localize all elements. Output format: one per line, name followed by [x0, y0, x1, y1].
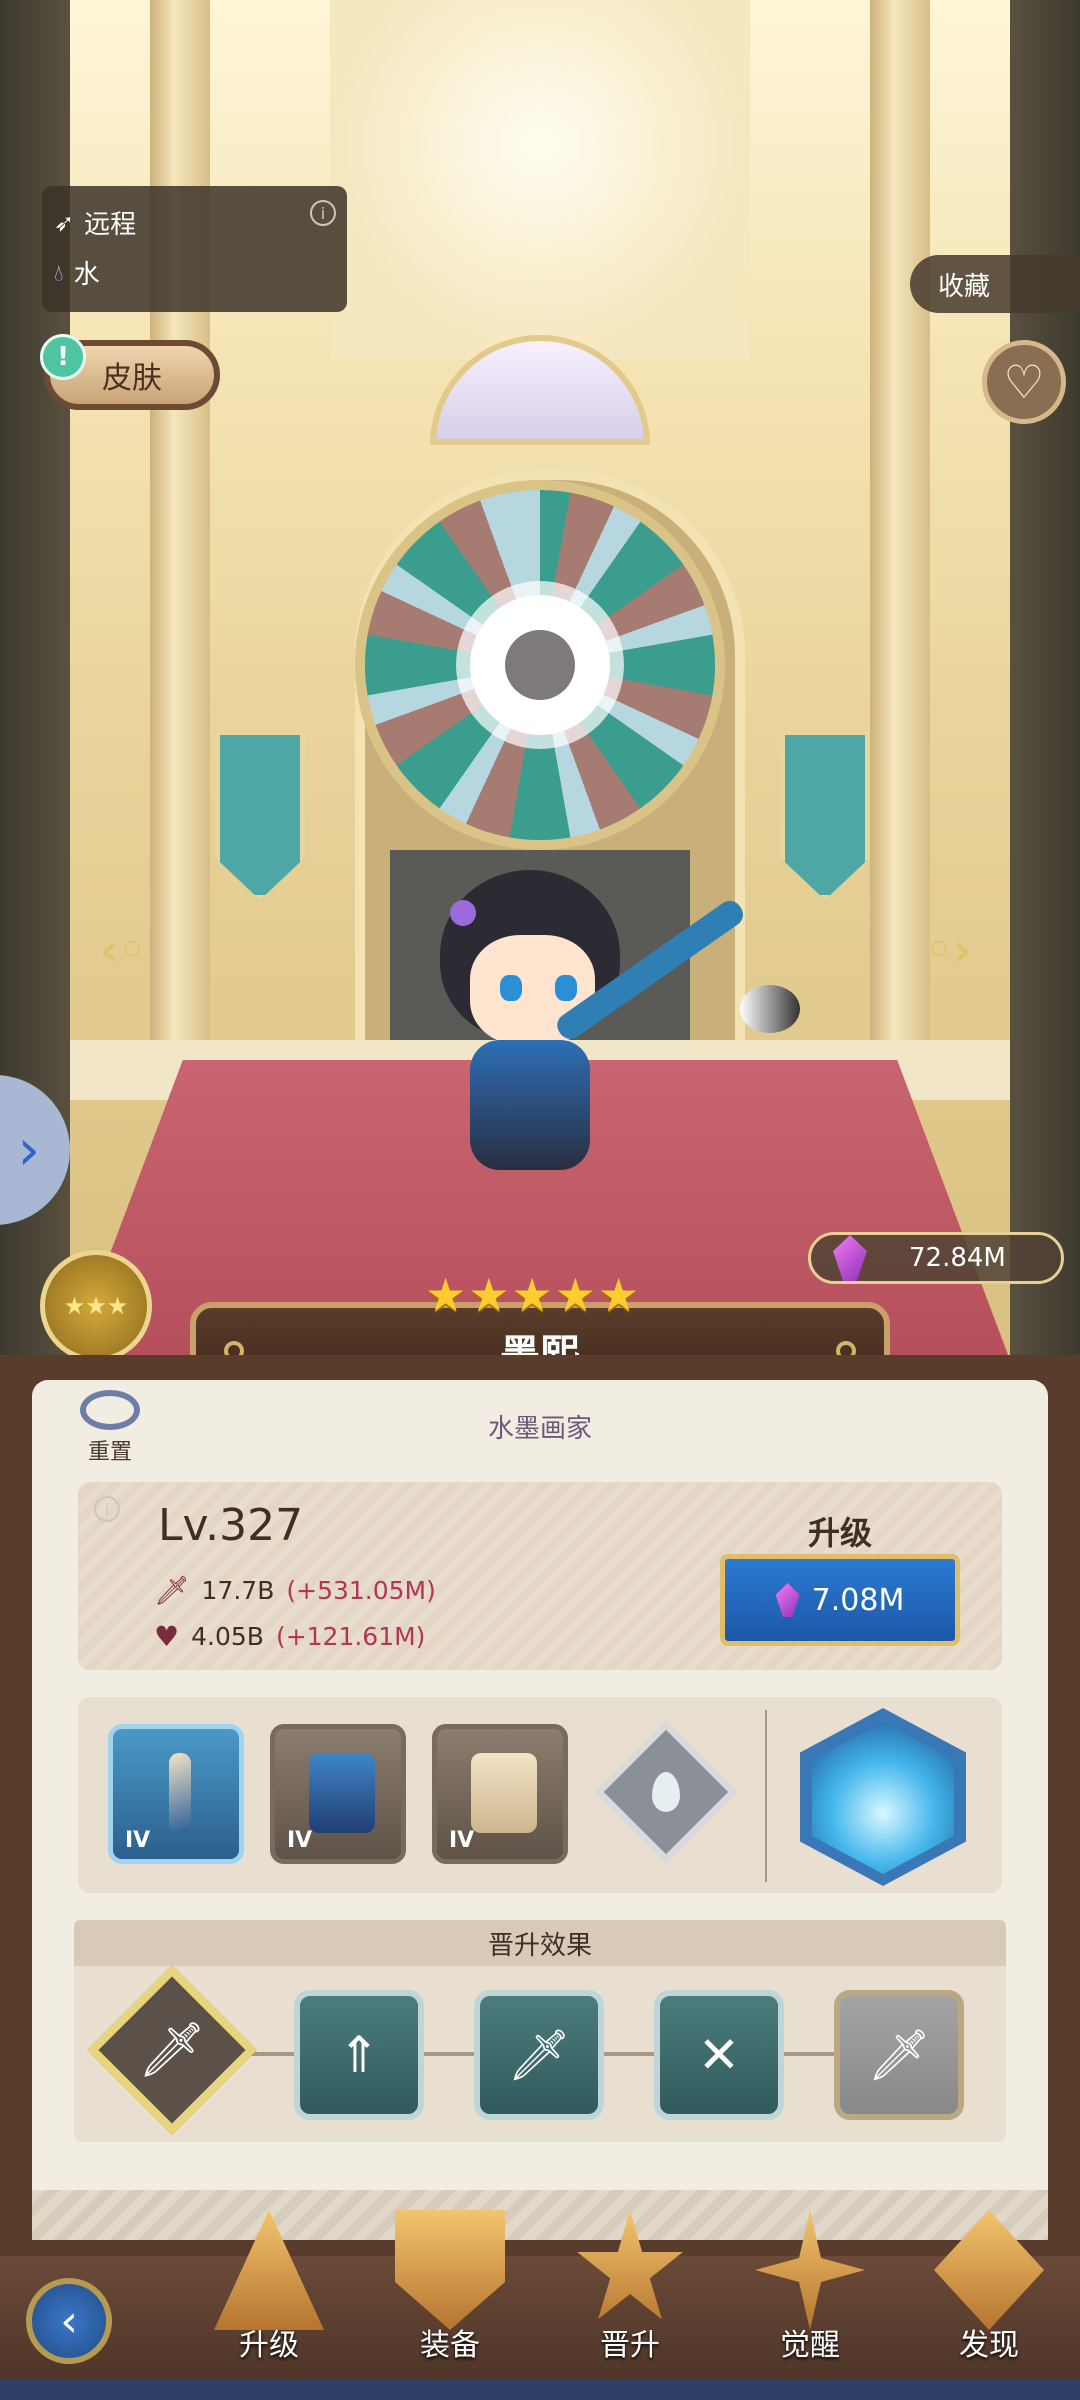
nav-label: 升级	[239, 2328, 299, 2363]
star-icon: ★	[468, 1268, 510, 1322]
nav-awaken[interactable]: 觉醒	[735, 2210, 885, 2370]
attack-value: 17.7B	[201, 1576, 275, 1605]
star-icon: ★	[598, 1268, 640, 1322]
sword-icon: 🗡︎	[154, 1574, 190, 1607]
nav-label: 觉醒	[780, 2328, 840, 2363]
next-hero-arrow-icon[interactable]: ◦›	[925, 925, 971, 976]
promotion-node-locked[interactable]: 🗡︎	[834, 1990, 964, 2120]
sword-cross-icon: ✕	[698, 2026, 740, 2084]
star-icon: ★	[425, 1268, 467, 1322]
equip-tier: IV	[449, 1828, 475, 1853]
crystal-icon	[775, 1583, 800, 1617]
equip-slot-armor[interactable]: IV	[270, 1724, 406, 1864]
hero-star-rating: ★ ★ ★ ★ ★	[425, 1272, 639, 1318]
hp-value: 4.05B	[191, 1622, 264, 1651]
attack-type-label: 远程	[84, 210, 137, 240]
sword-up-icon: ⇑	[338, 2026, 380, 2084]
shield-icon	[395, 2210, 505, 2330]
level-info-icon[interactable]: i	[94, 1496, 120, 1522]
gear-center	[505, 630, 575, 700]
prev-hero-arrow-icon[interactable]: ‹◦	[100, 925, 146, 976]
hero-brush-tip	[740, 985, 800, 1033]
sword-icon: 🗡︎	[137, 2018, 207, 2081]
hero-attribute-box: ➶ 远程 💧︎ 水 i	[42, 186, 347, 312]
water-drop-icon	[652, 1772, 680, 1812]
hero-title: 水墨画家	[487, 1414, 592, 1444]
promotion-node-attack[interactable]: 🗡︎	[474, 1990, 604, 2120]
favorite-label[interactable]: 收藏	[910, 255, 1080, 313]
attack-stat-row: 🗡︎ 17.7B (+531.05M)	[154, 1574, 436, 1607]
nav-equip[interactable]: 装备	[375, 2210, 525, 2370]
nav-label: 晋升	[600, 2328, 660, 2363]
brush-weapon-icon	[169, 1753, 191, 1833]
promotion-node-crit[interactable]: ✕	[654, 1990, 784, 2120]
nav-bottom-bar	[0, 2380, 1080, 2400]
nav-label: 装备	[420, 2328, 480, 2363]
scroll-icon	[471, 1753, 537, 1833]
star-icon: ★	[554, 1268, 596, 1322]
crystal-amount: 72.84M	[909, 1243, 1006, 1273]
attack-bonus: (+531.05M)	[286, 1576, 436, 1605]
equip-slot-weapon[interactable]: IV	[108, 1724, 244, 1864]
bow-icon: ➶	[54, 208, 75, 237]
ceiling-light	[330, 0, 750, 360]
nav-discover[interactable]: 发现	[914, 2210, 1064, 2370]
reset-icon	[80, 1390, 140, 1430]
pillar-right	[870, 0, 930, 1060]
sword-icon: 🗡︎	[867, 2025, 931, 2084]
equip-slot-accessory[interactable]	[595, 1721, 737, 1863]
upgrade-button[interactable]: 7.08M	[720, 1554, 960, 1646]
nav-upgrade[interactable]: 升级	[194, 2210, 344, 2370]
upgrade-cost: 7.08M	[811, 1582, 905, 1618]
hero-eye-left	[500, 975, 522, 1001]
equip-tier: IV	[287, 1828, 313, 1853]
back-arrow-icon[interactable]: ‹	[26, 2278, 112, 2364]
reset-label: 重置	[87, 1440, 132, 1465]
water-drop-icon: 💧︎	[54, 258, 64, 287]
hp-stat-row: ♥ 4.05B (+121.61M)	[154, 1620, 425, 1653]
divider	[765, 1710, 767, 1882]
crystal-currency: 72.84M	[808, 1232, 1064, 1284]
equip-tier: IV	[125, 1828, 151, 1853]
equip-slot-scroll[interactable]: IV	[432, 1724, 568, 1864]
hp-bonus: (+121.61M)	[275, 1622, 426, 1651]
heart-plus-icon: ♥	[154, 1620, 180, 1653]
star-icon	[577, 2210, 683, 2320]
hero-level: Lv.327	[158, 1500, 304, 1551]
hero-sprite-body	[470, 1040, 590, 1170]
element-row: 💧︎ 水	[54, 254, 100, 291]
alert-icon: !	[40, 334, 86, 380]
info-icon[interactable]: i	[310, 200, 336, 226]
sparkle-icon	[755, 2210, 865, 2330]
crystal-icon	[833, 1235, 867, 1281]
nav-label: 发现	[959, 2328, 1019, 2363]
moon-banner-right	[780, 730, 870, 900]
heart-icon[interactable]: ♡	[982, 340, 1066, 424]
promotion-header: 晋升效果	[74, 1920, 1006, 1966]
star-icon: ★	[511, 1268, 553, 1322]
pillar-left	[150, 0, 210, 1060]
nav-promote[interactable]: 晋升	[555, 2210, 705, 2370]
sword-icon: 🗡︎	[507, 2025, 571, 2084]
panel-stripe	[32, 2190, 1048, 2240]
attack-type-row: ➶ 远程	[54, 204, 136, 241]
moon-banner-left	[215, 730, 305, 900]
frame-right	[1010, 0, 1080, 1360]
hair-flower-icon	[450, 900, 476, 926]
rank-badge-icon[interactable]: ★★★	[40, 1250, 152, 1362]
element-label: 水	[73, 260, 100, 290]
reset-button[interactable]: 重置	[70, 1390, 150, 1466]
triangle-upgrade-icon	[214, 2210, 324, 2330]
diamond-star-icon	[934, 2210, 1044, 2330]
hero-eye-right	[555, 975, 577, 1001]
upgrade-title: 升级	[807, 1514, 872, 1552]
armor-icon	[309, 1753, 375, 1833]
promotion-node-attack-speed[interactable]: ⇑	[294, 1990, 424, 2120]
